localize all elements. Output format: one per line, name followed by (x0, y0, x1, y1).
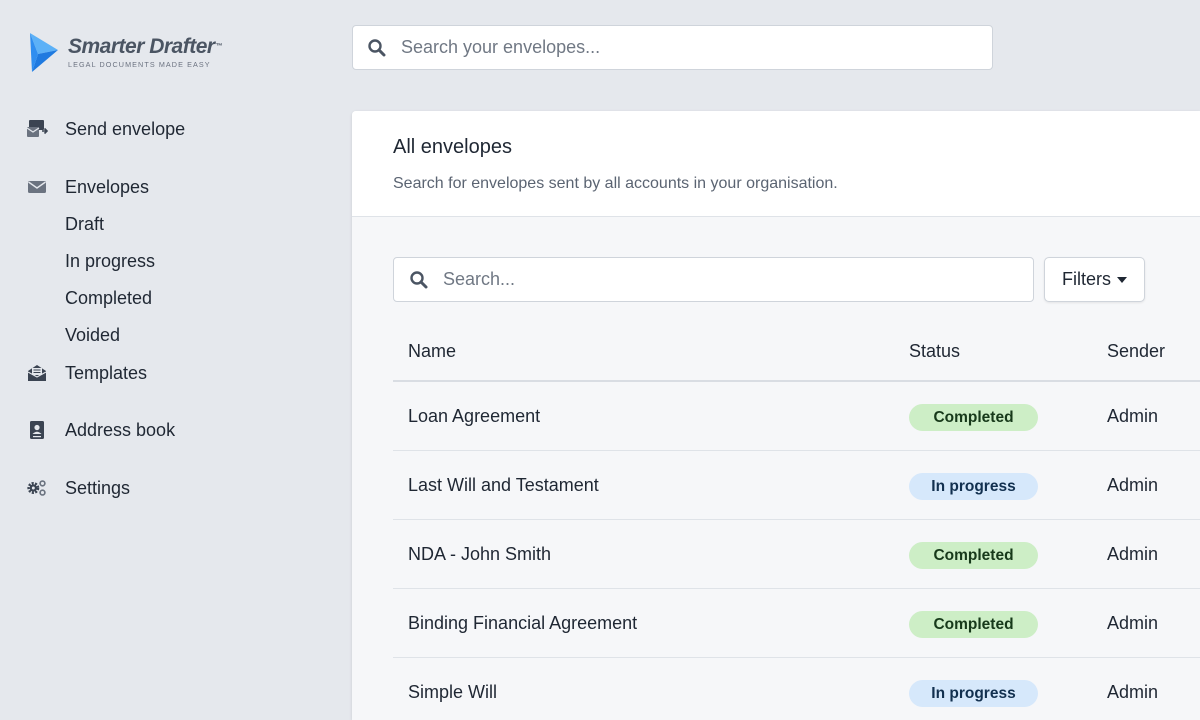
envelope-sender: Admin (1107, 544, 1159, 564)
status-badge: Completed (909, 404, 1038, 431)
sidebar-item-label: Envelopes (65, 176, 150, 197)
sidebar-item-templates[interactable]: Templates (26, 362, 147, 384)
filters-label: Filters (1062, 269, 1111, 289)
page-subtitle: Search for envelopes sent by all account… (393, 175, 838, 192)
column-header-status[interactable]: Status (909, 341, 960, 362)
brand-name: Smarter Drafter™ (68, 35, 223, 58)
gears-icon (26, 477, 48, 499)
envelope-icon (26, 176, 48, 198)
global-search-input[interactable] (401, 37, 992, 58)
sidebar-item-address-book[interactable]: Address book (26, 419, 175, 441)
column-header-name[interactable]: Name (408, 341, 456, 362)
sidebar-item-label: Settings (65, 477, 131, 498)
global-search-box[interactable] (352, 25, 993, 70)
status-badge: Completed (909, 542, 1038, 569)
table-row[interactable]: Simple Will In progress Admin (393, 658, 1200, 720)
status-badge: In progress (909, 473, 1038, 500)
status-cell: Completed (909, 542, 1038, 569)
sidebar-subitem-draft[interactable]: Draft (65, 214, 104, 235)
envelope-sender: Admin (1107, 613, 1159, 633)
open-envelope-icon (26, 362, 48, 384)
envelope-sender: Admin (1107, 682, 1159, 702)
logo-mark-icon (30, 33, 58, 72)
envelope-sender: Admin (1107, 475, 1159, 495)
envelopes-table: Name Status Sender Loan Agreement Complet… (393, 323, 1200, 720)
status-cell: Completed (909, 611, 1038, 638)
filters-button[interactable]: Filters (1044, 257, 1145, 302)
sidebar-item-send-envelope[interactable]: Send envelope (26, 118, 185, 140)
caret-down-icon (1117, 276, 1127, 283)
table-body: Loan Agreement Completed Admin Last Will an… (393, 382, 1200, 720)
sidebar-item-settings[interactable]: Settings (26, 477, 130, 499)
envelope-search-input[interactable] (443, 269, 1033, 290)
status-cell: Completed (909, 404, 1038, 431)
table-row[interactable]: NDA - John Smith Completed Admin (393, 520, 1200, 589)
page-title: All envelopes (393, 136, 512, 158)
column-header-sender[interactable]: Sender (1107, 341, 1165, 362)
envelope-search-box[interactable] (393, 257, 1034, 302)
envelope-sender: Admin (1107, 406, 1159, 426)
send-envelope-icon (26, 118, 48, 140)
envelope-name: Binding Financial Agreement (408, 613, 638, 633)
status-cell: In progress (909, 680, 1038, 707)
search-icon (368, 38, 386, 56)
sidebar-item-envelopes[interactable]: Envelopes (26, 176, 149, 198)
sidebar-subitem-in-progress[interactable]: In progress (65, 251, 155, 272)
sidebar-item-label: Templates (65, 362, 148, 383)
table-row[interactable]: Binding Financial Agreement Completed Admi… (393, 589, 1200, 658)
envelopes-panel: All envelopes Search for envelopes sent … (352, 111, 1200, 720)
status-badge: In progress (909, 680, 1038, 707)
brand-logo[interactable]: Smarter Drafter™ LEGAL DOCUMENTS MADE EA… (28, 30, 223, 74)
status-badge: Completed (909, 611, 1038, 638)
table-header: Name Status Sender (393, 323, 1200, 382)
envelope-name: Last Will and Testament (408, 475, 599, 495)
search-icon (410, 270, 428, 288)
sidebar-item-label: Send envelope (65, 118, 186, 139)
envelope-name: Simple Will (408, 682, 498, 702)
table-row[interactable]: Last Will and Testament In progress Admin (393, 451, 1200, 520)
app-root: Smarter Drafter™ LEGAL DOCUMENTS MADE EA… (0, 0, 1200, 720)
envelope-name: NDA - John Smith (408, 544, 552, 564)
address-book-icon (26, 419, 48, 441)
table-row[interactable]: Loan Agreement Completed Admin (393, 382, 1200, 451)
sidebar-item-label: Address book (65, 419, 176, 440)
status-cell: In progress (909, 473, 1038, 500)
envelope-name: Loan Agreement (408, 406, 541, 426)
sidebar-subitem-completed[interactable]: Completed (65, 288, 152, 309)
brand-tagline: LEGAL DOCUMENTS MADE EASY (68, 60, 211, 69)
logo-text: Smarter Drafter™ LEGAL DOCUMENTS MADE EA… (68, 35, 223, 70)
sidebar-subitem-voided[interactable]: Voided (65, 325, 120, 346)
panel-header: All envelopes Search for envelopes sent … (352, 111, 1200, 217)
